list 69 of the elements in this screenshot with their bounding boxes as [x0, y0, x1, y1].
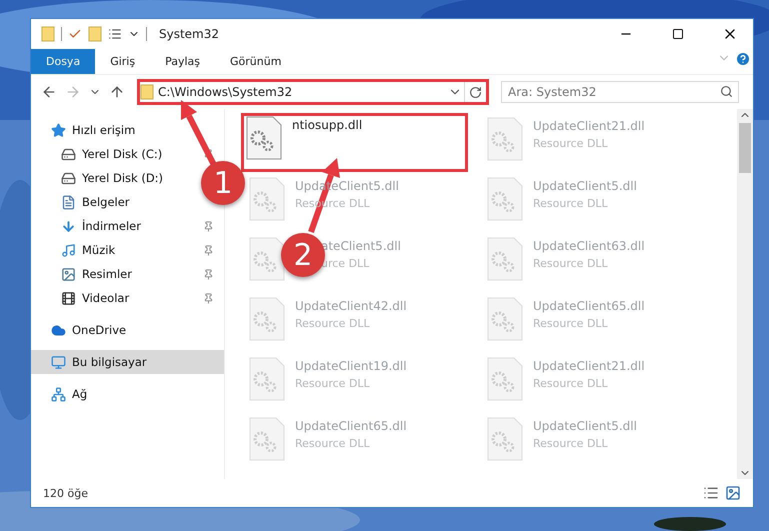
sidebar-label[interactable]: OneDrive — [72, 323, 126, 337]
sidebar-label[interactable]: Bu bilgisayar — [72, 355, 147, 369]
sidebar-item-selected[interactable]: Bu bilgisayar — [31, 350, 224, 374]
monitor-icon — [51, 354, 66, 370]
ribbon-tab[interactable]: Paylaş — [150, 49, 215, 74]
file-type: Resource DLL — [295, 437, 371, 450]
folder-icon — [88, 26, 102, 42]
sidebar-label[interactable]: Yerel Disk (C:) — [82, 147, 162, 161]
tiles-view-icon[interactable] — [725, 485, 741, 501]
refresh-icon — [469, 86, 482, 98]
window-title: System32 — [159, 27, 220, 41]
drive-icon — [61, 146, 76, 162]
file-type: Resource DLL — [533, 317, 609, 330]
search-field[interactable]: Ara: System32 — [501, 81, 739, 103]
file-gear-icon — [487, 177, 523, 221]
item-count: 120 öğe — [43, 486, 89, 500]
address-bar[interactable]: C:\Windows\System32 — [137, 79, 489, 105]
scrollbar[interactable] — [737, 109, 753, 479]
file-gear-icon — [487, 297, 523, 341]
file-gear-icon — [246, 116, 282, 160]
sidebar-label[interactable]: Videolar — [82, 291, 130, 305]
image-icon — [61, 266, 76, 282]
sidebar-label[interactable]: Resimler — [82, 267, 132, 281]
film-icon — [61, 290, 76, 306]
ribbon-tab[interactable]: Giriş — [95, 49, 150, 74]
sidebar-label[interactable]: Ağ — [72, 387, 88, 401]
document-icon — [61, 194, 76, 210]
file-type: Resource DLL — [533, 437, 609, 450]
file-type: Resource DLL — [295, 317, 371, 330]
back-icon — [41, 84, 57, 100]
sidebar-label[interactable]: Müzik — [82, 243, 116, 257]
star-icon — [51, 122, 66, 138]
highlighted-file-tile[interactable]: ntiosupp.dll — [241, 113, 468, 172]
folder-icon — [140, 84, 154, 100]
search-icon — [720, 85, 733, 98]
sidebar-label[interactable]: Yerel Disk (D:) — [82, 171, 164, 185]
download-icon — [61, 218, 76, 234]
sidebar-label[interactable]: İndirmeler — [82, 219, 141, 233]
folder-icon — [41, 26, 55, 42]
ribbon-tab[interactable]: Görünüm — [215, 49, 296, 74]
file-type: Resource DLL — [533, 377, 609, 390]
file-gear-icon — [487, 117, 523, 161]
maximize-icon — [672, 28, 684, 40]
file-gear-icon — [249, 237, 285, 281]
ribbon-tab[interactable]: Dosya — [31, 49, 96, 74]
details-view-icon[interactable] — [703, 485, 719, 501]
help-icon — [735, 51, 751, 67]
sidebar-label[interactable]: Hızlı erişim — [72, 123, 136, 137]
network-icon — [51, 386, 66, 402]
file-gear-icon — [487, 357, 523, 401]
file-gear-icon — [487, 237, 523, 281]
file-gear-icon — [249, 297, 285, 341]
file-type: Resource DLL — [533, 197, 609, 210]
file-type: Resource DLL — [533, 137, 609, 150]
forward-icon — [65, 84, 81, 100]
sidebar-label[interactable]: Belgeler — [82, 195, 130, 209]
music-icon — [61, 242, 76, 258]
file-type: Resource DLL — [295, 377, 371, 390]
properties-icon[interactable] — [108, 27, 122, 41]
file-name[interactable]: ntiosupp.dll — [292, 118, 362, 132]
address-path: C:\Windows\System32 — [158, 85, 294, 99]
file-gear-icon — [249, 177, 285, 221]
file-gear-icon — [249, 357, 285, 401]
drive-icon — [61, 170, 76, 186]
cloud-icon — [51, 322, 66, 338]
file-gear-icon — [249, 417, 285, 461]
file-type: Resource DLL — [533, 257, 609, 270]
scroll-thumb[interactable] — [739, 123, 751, 173]
file-gear-icon — [487, 417, 523, 461]
